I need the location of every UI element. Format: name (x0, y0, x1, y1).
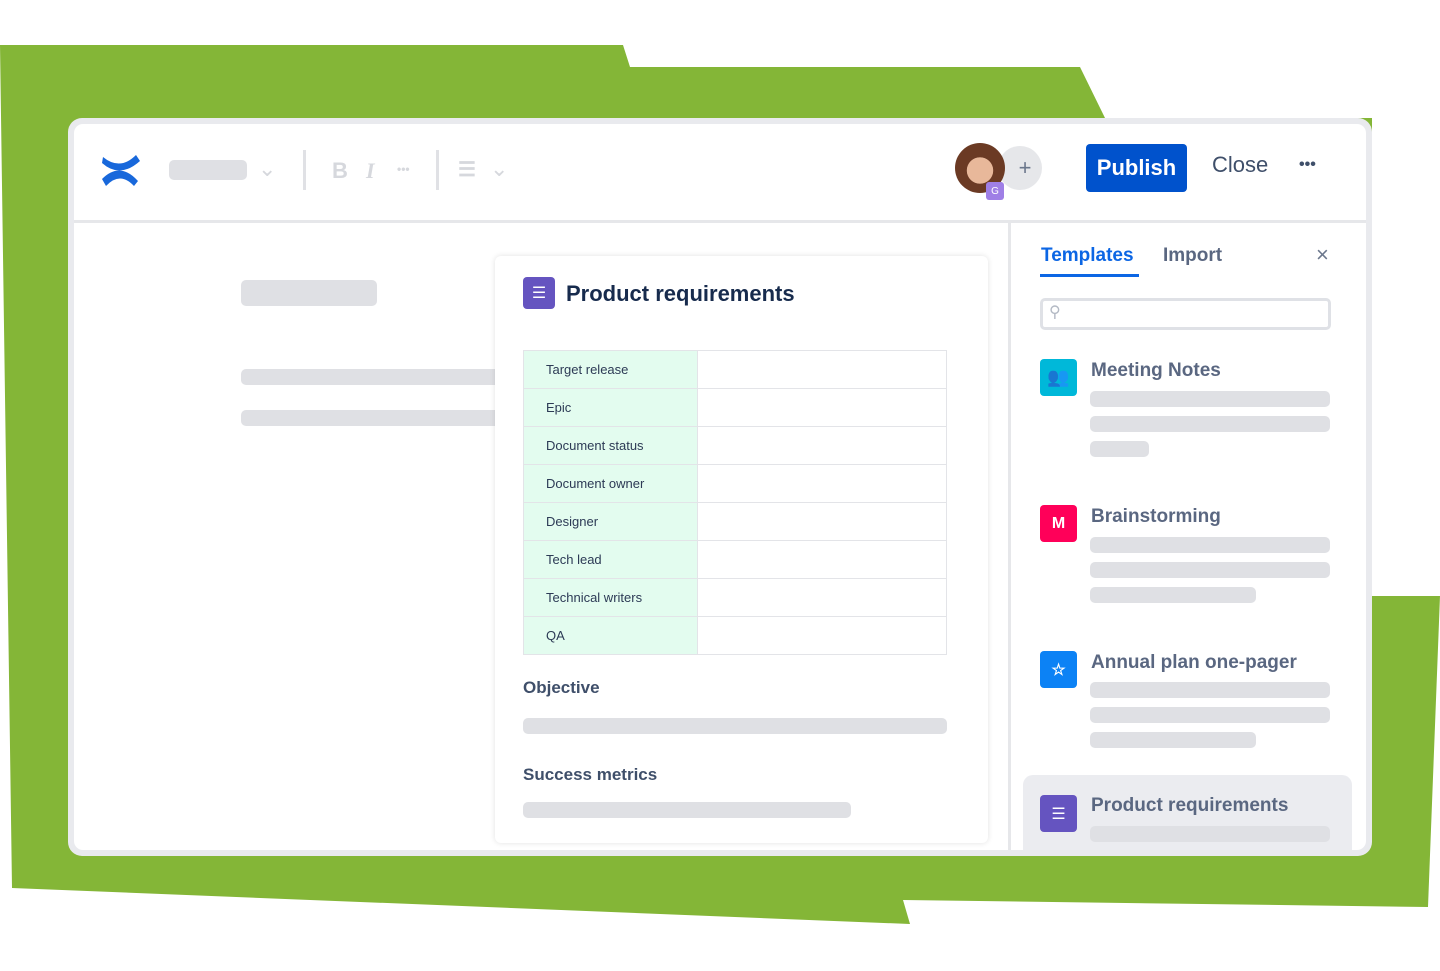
row-label: Tech lead (523, 540, 698, 579)
template-product-requirements[interactable]: Product requirements (1091, 795, 1288, 817)
search-icon: ⚲ (1049, 304, 1061, 321)
row-value[interactable] (697, 616, 947, 655)
table-row: Document status (523, 426, 947, 465)
placeholder-line (523, 802, 851, 818)
more-formatting-button[interactable]: ••• (397, 162, 410, 176)
placeholder-line (1090, 587, 1256, 603)
table-row: Document owner (523, 464, 947, 503)
placeholder-line (1090, 441, 1149, 457)
placeholder-line (1090, 562, 1330, 578)
table-row: QA (523, 616, 947, 655)
placeholder-line (1090, 732, 1256, 748)
row-label: Epic (523, 388, 698, 427)
star-board-icon: ☆ (1040, 651, 1077, 688)
template-meeting-notes[interactable]: Meeting Notes (1091, 360, 1221, 382)
close-panel-icon[interactable]: × (1316, 242, 1329, 268)
row-label: Target release (523, 350, 698, 389)
placeholder-line (1090, 416, 1330, 432)
row-label: Document status (523, 426, 698, 465)
row-value[interactable] (697, 578, 947, 617)
miro-icon: M (1040, 505, 1077, 542)
row-value[interactable] (697, 540, 947, 579)
table-row: Technical writers (523, 578, 947, 617)
placeholder-line (1090, 826, 1330, 842)
template-annual-plan[interactable]: Annual plan one-pager (1091, 652, 1297, 674)
placeholder-line (1090, 707, 1330, 723)
bold-button[interactable]: B (332, 158, 348, 184)
row-value[interactable] (697, 350, 947, 389)
close-button[interactable]: Close (1212, 152, 1268, 178)
people-icon: 👥 (1040, 359, 1077, 396)
table-row: Epic (523, 388, 947, 427)
row-value[interactable] (697, 502, 947, 541)
publish-button[interactable]: Publish (1086, 144, 1187, 192)
toolbar-divider (303, 150, 306, 190)
properties-table: Target release Epic Document status Docu… (523, 350, 947, 655)
list-icon: ☰ (523, 277, 555, 309)
section-heading-success-metrics: Success metrics (523, 765, 658, 784)
table-row: Designer (523, 502, 947, 541)
row-label: Designer (523, 502, 698, 541)
placeholder-line (1090, 537, 1330, 553)
row-value[interactable] (697, 388, 947, 427)
placeholder-line (241, 280, 377, 306)
avatar-badge: G (986, 182, 1004, 200)
list-icon: ☰ (1040, 795, 1077, 832)
document-title: Product requirements (566, 281, 795, 306)
placeholder-line (1090, 391, 1330, 407)
panel-divider (1008, 223, 1011, 850)
section-heading-objective: Objective (523, 678, 600, 697)
chevron-down-icon[interactable]: ⌄ (490, 156, 508, 182)
table-row: Tech lead (523, 540, 947, 579)
header-divider (74, 220, 1366, 223)
placeholder-line (523, 718, 947, 734)
row-label: QA (523, 616, 698, 655)
placeholder-line (1090, 682, 1330, 698)
align-left-icon[interactable]: ☰ (458, 157, 476, 182)
confluence-logo-icon (102, 155, 140, 186)
row-value[interactable] (697, 426, 947, 465)
italic-button[interactable]: I (366, 158, 375, 184)
more-options-button[interactable]: ••• (1299, 156, 1316, 174)
active-tab-indicator (1040, 274, 1139, 277)
tab-import[interactable]: Import (1163, 245, 1222, 267)
row-label: Document owner (523, 464, 698, 503)
tab-templates[interactable]: Templates (1041, 245, 1134, 267)
template-brainstorming[interactable]: Brainstorming (1091, 506, 1221, 528)
placeholder-line (241, 410, 501, 426)
chevron-down-icon[interactable]: ⌄ (258, 156, 276, 182)
table-row: Target release (523, 350, 947, 389)
text-style-dropdown[interactable] (169, 160, 247, 180)
template-search-input[interactable]: ⚲ (1040, 298, 1331, 330)
toolbar-divider (436, 150, 439, 190)
row-label: Technical writers (523, 578, 698, 617)
placeholder-line (241, 369, 501, 385)
row-value[interactable] (697, 464, 947, 503)
